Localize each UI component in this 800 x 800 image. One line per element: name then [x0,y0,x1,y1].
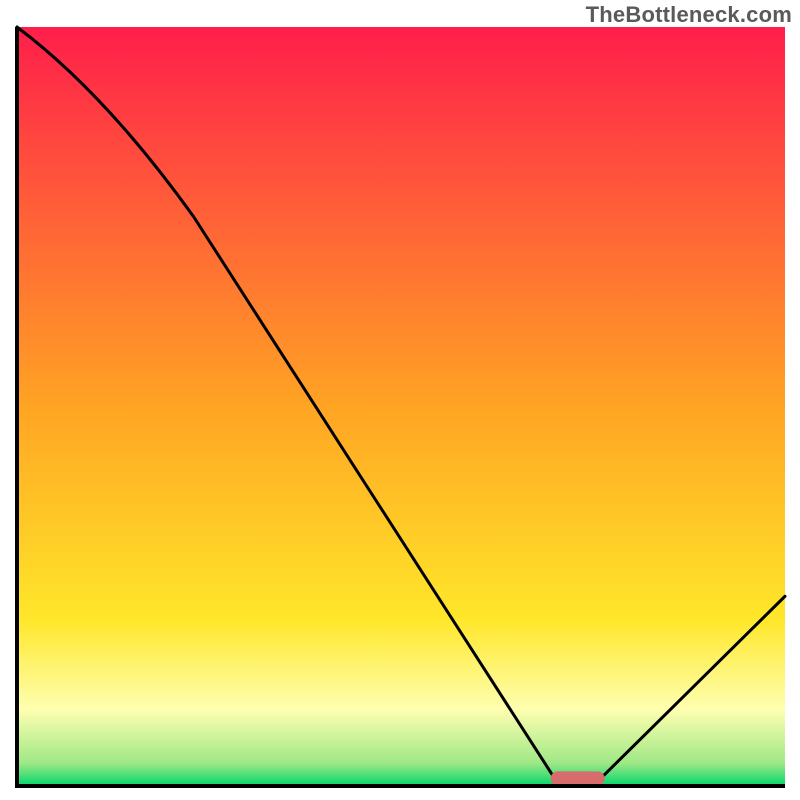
bottleneck-chart [0,0,800,800]
plot-background [17,27,785,786]
optimal-range-marker [551,771,605,785]
chart-container: TheBottleneck.com [0,0,800,800]
watermark-text: TheBottleneck.com [586,2,792,28]
